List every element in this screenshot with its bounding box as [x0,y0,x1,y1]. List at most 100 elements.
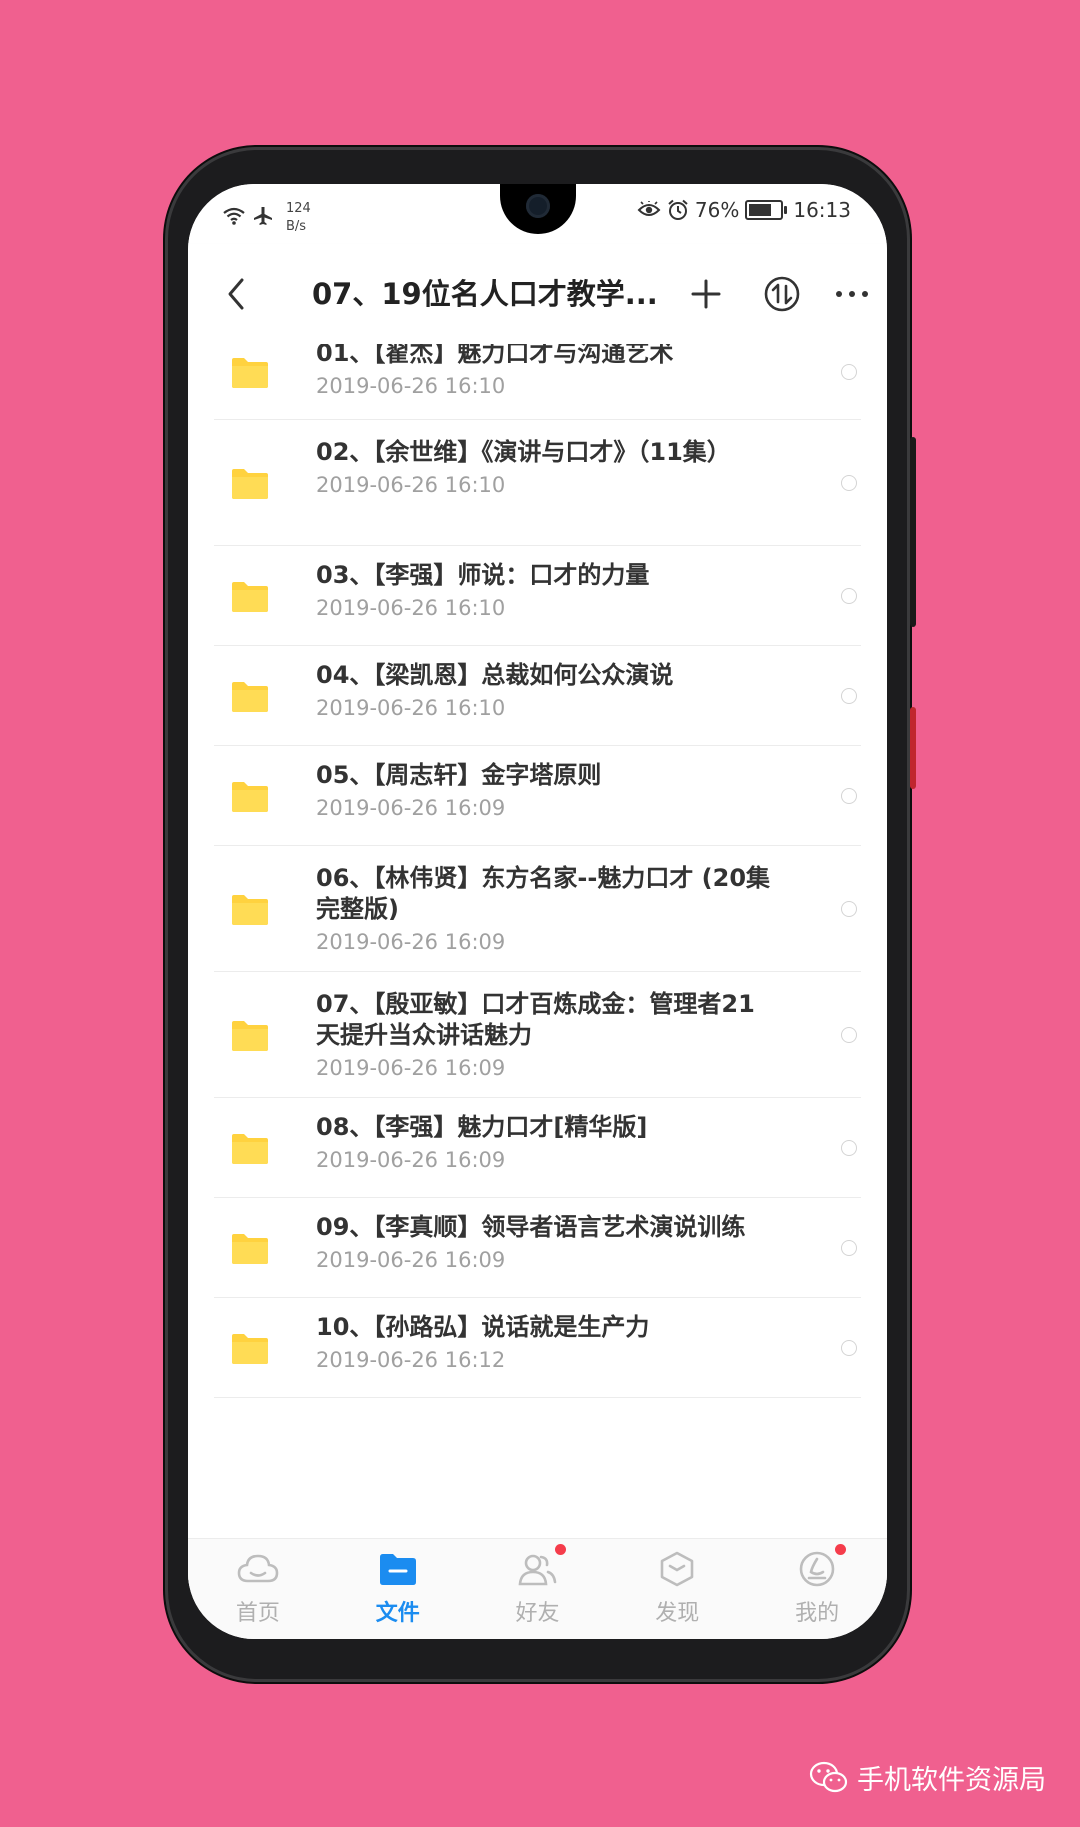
more-icon [836,291,868,297]
tab-label: 好友 [515,1601,560,1626]
file-row[interactable]: 01、【翟杰】魅力口才与沟通艺术 2019-06-26 16:10 [188,344,887,420]
tab-profile[interactable]: 我的 [747,1539,887,1639]
folder-icon [232,1134,268,1164]
cloud-icon [236,1551,280,1591]
file-row[interactable]: 06、【林伟贤】东方名家--魅力口才 (20集完整版) 2019-06-26 1… [188,846,887,972]
select-radio[interactable] [841,1027,857,1043]
tab-label: 我的 [795,1601,840,1626]
file-name: 07、【殷亚敏】口才百炼成金：管理者21天提升当众讲话魅力 [316,990,755,1049]
battery-percent: 76% [694,198,740,222]
file-name: 05、【周志轩】金字塔原则 [316,761,602,789]
file-text: 03、【李强】师说：口才的力量 2019-06-26 16:10 [316,560,776,623]
status-right: 76% 16:13 [637,198,851,222]
add-button[interactable] [684,272,728,316]
folder-icon [232,895,268,925]
battery-fill [749,204,771,216]
file-date: 2019-06-26 16:09 [316,796,506,820]
file-row[interactable]: 08、【李强】魅力口才[精华版] 2019-06-26 16:09 [188,1098,887,1198]
file-text: 09、【李真顺】领导者语言艺术演说训练 2019-06-26 16:09 [316,1212,776,1275]
file-name: 03、【李强】师说：口才的力量 [316,561,650,589]
file-name: 01、【翟杰】魅力口才与沟通艺术 [316,344,674,367]
tab-discover[interactable]: 发现 [607,1539,747,1639]
folder-icon [232,1334,268,1364]
select-radio[interactable] [841,1340,857,1356]
select-radio[interactable] [841,688,857,704]
file-date: 2019-06-26 16:10 [316,374,506,398]
file-name: 06、【林伟贤】东方名家--魅力口才 (20集完整版) [316,864,771,923]
file-row[interactable]: 02、【余世维】《演讲与口才》（11集） 2019-06-26 16:10 [188,420,887,546]
transfer-button[interactable] [760,272,804,316]
airplane-mode-icon [254,207,272,225]
select-radio[interactable] [841,1240,857,1256]
file-date: 2019-06-26 16:10 [316,696,506,720]
file-text: 05、【周志轩】金字塔原则 2019-06-26 16:09 [316,760,776,823]
file-list[interactable]: 01、【翟杰】魅力口才与沟通艺术 2019-06-26 16:10 02、【余世… [188,344,887,1584]
folder-icon [232,1021,268,1051]
notification-badge [835,1544,847,1555]
tab-folder[interactable]: 文件 [328,1539,468,1639]
clock: 16:13 [793,198,851,222]
select-radio[interactable] [841,364,857,380]
file-date: 2019-06-26 16:09 [316,1248,506,1272]
file-row[interactable]: 09、【李真顺】领导者语言艺术演说训练 2019-06-26 16:09 [188,1198,887,1298]
file-text: 06、【林伟贤】东方名家--魅力口才 (20集完整版) 2019-06-26 1… [316,863,776,957]
notification-badge [555,1544,567,1555]
tab-label: 首页 [235,1601,280,1626]
file-row[interactable]: 04、【梁凯恩】总裁如何公众演说 2019-06-26 16:10 [188,646,887,746]
file-name: 04、【梁凯恩】总裁如何公众演说 [316,661,674,689]
friends-icon [515,1551,559,1591]
tab-cloud[interactable]: 首页 [188,1539,328,1639]
file-text: 10、【孙路弘】说话就是生产力 2019-06-26 16:12 [316,1312,776,1375]
file-date: 2019-06-26 16:09 [316,930,506,954]
select-radio[interactable] [841,588,857,604]
folder-icon [232,582,268,612]
file-text: 02、【余世维】《演讲与口才》（11集） 2019-06-26 16:10 [316,437,776,500]
alarm-icon [668,199,688,220]
battery-icon [745,200,788,220]
file-date: 2019-06-26 16:12 [316,1348,506,1372]
front-camera [526,194,550,218]
folder-icon [232,782,268,812]
file-text: 04、【梁凯恩】总裁如何公众演说 2019-06-26 16:10 [316,660,776,723]
eye-comfort-icon [637,201,661,216]
folder-icon [232,1234,268,1264]
network-speed: 124 B/s [286,201,311,234]
file-row[interactable]: 10、【孙路弘】说话就是生产力 2019-06-26 16:12 [188,1298,887,1398]
select-radio[interactable] [841,475,857,491]
file-name: 10、【孙路弘】说话就是生产力 [316,1313,650,1341]
file-date: 2019-06-26 16:10 [316,596,506,620]
tab-label: 文件 [375,1601,420,1626]
plus-icon [691,279,721,309]
tab-friends[interactable]: 好友 [468,1539,608,1639]
more-button[interactable] [830,272,874,316]
back-button[interactable] [218,274,258,314]
discover-icon [655,1551,699,1591]
wechat-icon [809,1761,848,1792]
folder-icon [232,358,268,388]
folder-icon [232,682,268,712]
transfer-icon [764,276,800,312]
folder-icon [376,1551,420,1591]
file-name: 08、【李强】魅力口才[精华版] [316,1113,648,1141]
select-radio[interactable] [841,1140,857,1156]
power-button [910,707,916,789]
file-name: 09、【李真顺】领导者语言艺术演说训练 [316,1213,746,1241]
file-date: 2019-06-26 16:09 [316,1056,506,1080]
page-title: 07、19位名人口才教学... [312,277,658,311]
bottom-tab-bar: 首页 文件 好友 发现 我的 [188,1538,887,1639]
watermark-text: 手机软件资源局 [857,1765,1046,1796]
file-name: 02、【余世维】《演讲与口才》（11集） [316,438,731,466]
file-row[interactable]: 05、【周志轩】金字塔原则 2019-06-26 16:09 [188,746,887,846]
file-date: 2019-06-26 16:10 [316,473,506,497]
profile-icon [795,1551,839,1591]
file-date: 2019-06-26 16:09 [316,1148,506,1172]
file-row[interactable]: 03、【李强】师说：口才的力量 2019-06-26 16:10 [188,546,887,646]
tab-label: 发现 [655,1601,700,1626]
row-divider [214,1397,861,1398]
file-row[interactable]: 07、【殷亚敏】口才百炼成金：管理者21天提升当众讲话魅力 2019-06-26… [188,972,887,1098]
select-radio[interactable] [841,788,857,804]
chevron-left-icon [228,278,244,310]
select-radio[interactable] [841,901,857,917]
watermark: 手机软件资源局 [809,1758,1046,1797]
file-text: 08、【李强】魅力口才[精华版] 2019-06-26 16:09 [316,1112,776,1175]
